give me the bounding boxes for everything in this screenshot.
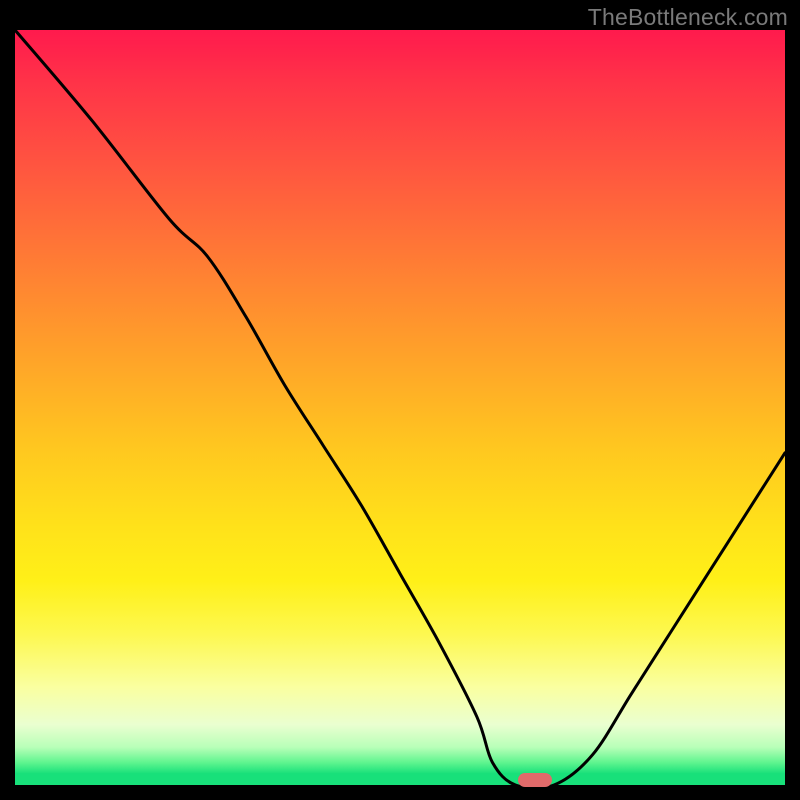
watermark-text: TheBottleneck.com xyxy=(588,4,788,31)
plot-area xyxy=(15,30,785,785)
chart-frame: TheBottleneck.com xyxy=(0,0,800,800)
bottleneck-curve xyxy=(15,30,785,785)
optimal-marker xyxy=(518,773,552,787)
